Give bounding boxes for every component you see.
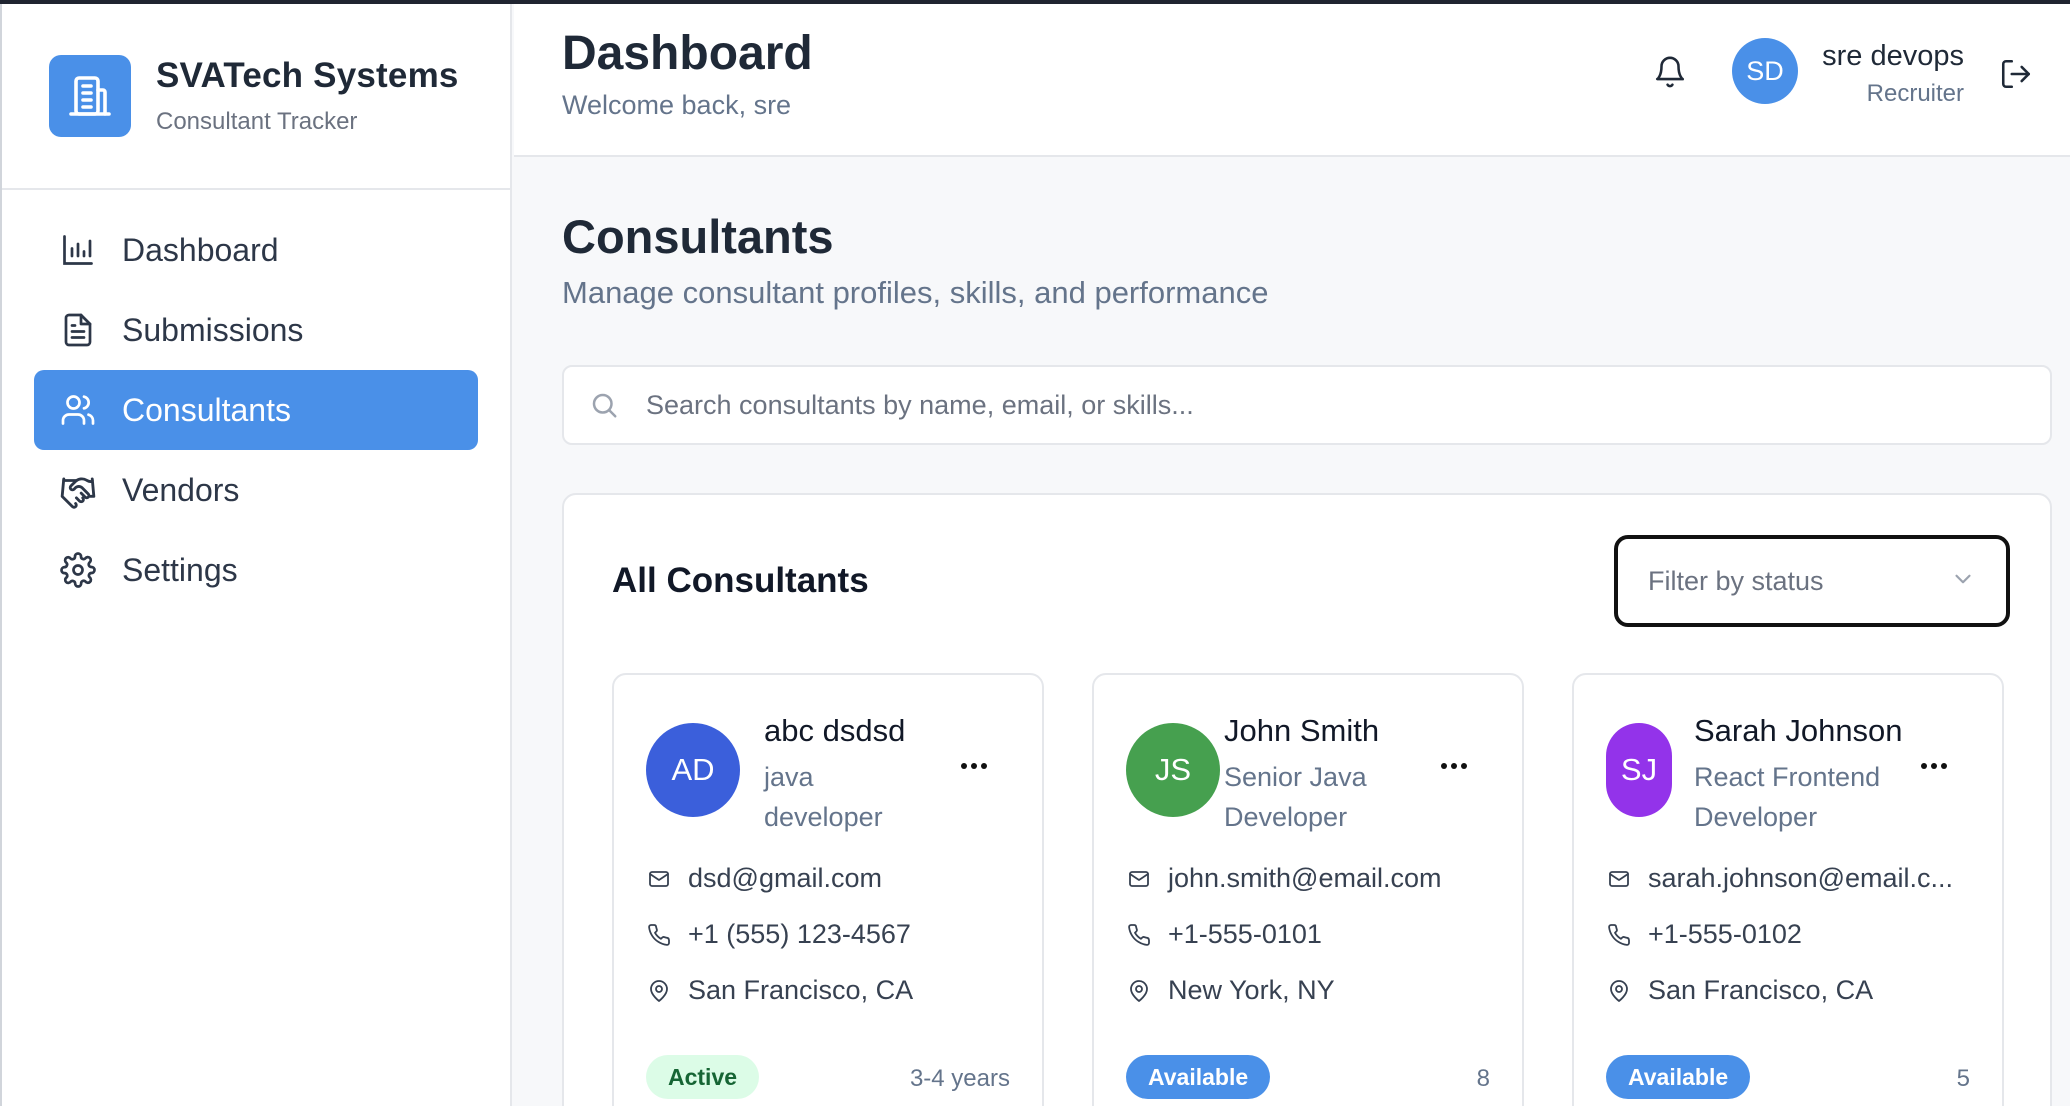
sidebar-nav: Dashboard Submissions Consultants Vendor…	[2, 190, 510, 630]
consultant-location: New York, NY	[1168, 975, 1335, 1005]
experience-text: 5	[1956, 1065, 1970, 1092]
consultant-card[interactable]: SJ Sarah Johnson React Frontend Develope…	[1572, 673, 2004, 1106]
gear-icon	[58, 550, 98, 590]
consultant-card[interactable]: JS John Smith Senior Java Developer john…	[1092, 673, 1524, 1106]
consultant-phone: +1-555-0101	[1168, 919, 1322, 949]
avatar[interactable]: SD	[1732, 38, 1798, 104]
sidebar-item-label: Vendors	[122, 471, 240, 508]
mail-icon	[1126, 866, 1152, 892]
experience-text: 3-4 years	[909, 1065, 1010, 1092]
user-name: sre devops	[1822, 40, 1964, 72]
users-icon	[58, 390, 98, 430]
page-title: Dashboard	[562, 27, 813, 80]
consultant-phone: +1-555-0102	[1648, 919, 1802, 949]
logout-icon[interactable]	[1996, 54, 2036, 94]
avatar: JS	[1126, 723, 1220, 817]
location-row: New York, NY	[1126, 975, 1335, 1006]
consultant-name: abc dsdsd	[764, 713, 906, 748]
sidebar-item-label: Settings	[122, 551, 238, 588]
consultant-role: Senior Java Developer	[1224, 757, 1367, 837]
bell-icon[interactable]	[1650, 52, 1690, 92]
consultant-card[interactable]: AD abc dsdsd java developer dsd@gmail.co…	[612, 673, 1044, 1106]
mail-icon	[1606, 866, 1632, 892]
status-filter-select[interactable]: Filter by status	[1614, 535, 2010, 627]
section-subtitle: Manage consultant profiles, skills, and …	[562, 275, 1269, 310]
brand: SVATech Systems Consultant Tracker	[2, 4, 510, 190]
consultants-panel: All Consultants Filter by status AD abc …	[562, 493, 2052, 1106]
map-pin-icon	[1126, 978, 1152, 1004]
role-line: Developer	[1224, 802, 1348, 832]
chevron-down-icon	[1950, 566, 1976, 597]
map-pin-icon	[1606, 978, 1632, 1004]
section-title: Consultants	[562, 210, 834, 263]
sidebar: SVATech Systems Consultant Tracker Dashb…	[0, 4, 512, 1106]
email-row: dsd@gmail.com	[646, 863, 882, 894]
map-pin-icon	[646, 978, 672, 1004]
phone-icon	[646, 922, 672, 948]
panel-title: All Consultants	[612, 561, 869, 600]
sidebar-item-vendors[interactable]: Vendors	[34, 450, 478, 530]
more-options-icon[interactable]	[954, 751, 994, 781]
more-options-icon[interactable]	[1434, 751, 1474, 781]
role-line: java	[764, 762, 814, 792]
bar-chart-icon	[58, 230, 98, 270]
sidebar-item-submissions[interactable]: Submissions	[34, 290, 478, 370]
search-bar	[562, 365, 2052, 445]
brand-name: SVATech Systems	[156, 56, 459, 95]
role-line: Developer	[1694, 802, 1818, 832]
email-row: sarah.johnson@email.c...	[1606, 863, 1953, 894]
building-icon	[49, 55, 131, 137]
role-line: developer	[764, 802, 883, 832]
phone-icon	[1606, 922, 1632, 948]
consultant-email: sarah.johnson@email.c...	[1648, 863, 1954, 893]
phone-icon	[1126, 922, 1152, 948]
handshake-icon	[58, 470, 98, 510]
consultant-name: John Smith	[1224, 713, 1380, 748]
consultant-email: dsd@gmail.com	[688, 863, 882, 893]
sidebar-item-label: Submissions	[122, 311, 304, 348]
window-top-border	[0, 0, 2070, 4]
sidebar-item-dashboard[interactable]: Dashboard	[34, 210, 478, 290]
role-line: React Frontend	[1694, 762, 1881, 792]
status-badge: Available	[1606, 1055, 1751, 1099]
sidebar-item-label: Dashboard	[122, 231, 279, 268]
file-text-icon	[58, 310, 98, 350]
consultant-role: React Frontend Developer	[1694, 757, 1880, 837]
status-badge: Active	[646, 1055, 760, 1099]
mail-icon	[646, 866, 672, 892]
consultant-location: San Francisco, CA	[688, 975, 914, 1005]
more-options-icon[interactable]	[1914, 751, 1954, 781]
filter-placeholder: Filter by status	[1648, 565, 1824, 596]
location-row: San Francisco, CA	[646, 975, 913, 1006]
consultant-role: java developer	[764, 757, 883, 837]
sidebar-item-consultants[interactable]: Consultants	[34, 370, 478, 450]
consultant-phone: +1 (555) 123-4567	[688, 919, 911, 949]
phone-row: +1-555-0102	[1606, 919, 1802, 950]
user-role: Recruiter	[1866, 80, 1964, 107]
top-header: Dashboard Welcome back, sre SD sre devop…	[514, 4, 2070, 157]
avatar: SJ	[1606, 723, 1672, 817]
search-icon	[584, 385, 624, 425]
location-row: San Francisco, CA	[1606, 975, 1873, 1006]
email-row: john.smith@email.com	[1126, 863, 1442, 894]
experience-text: 8	[1476, 1065, 1490, 1092]
role-line: Senior Java	[1224, 762, 1367, 792]
phone-row: +1-555-0101	[1126, 919, 1322, 950]
phone-row: +1 (555) 123-4567	[646, 919, 911, 950]
sidebar-item-settings[interactable]: Settings	[34, 530, 478, 610]
welcome-message: Welcome back, sre	[562, 90, 792, 120]
status-badge: Available	[1126, 1055, 1271, 1099]
brand-subtitle: Consultant Tracker	[156, 108, 358, 135]
consultant-location: San Francisco, CA	[1648, 975, 1874, 1005]
avatar: AD	[646, 723, 740, 817]
consultant-name: Sarah Johnson	[1694, 713, 1903, 748]
sidebar-item-label: Consultants	[122, 391, 291, 428]
consultant-email: john.smith@email.com	[1168, 863, 1442, 893]
search-input[interactable]	[646, 389, 1946, 421]
